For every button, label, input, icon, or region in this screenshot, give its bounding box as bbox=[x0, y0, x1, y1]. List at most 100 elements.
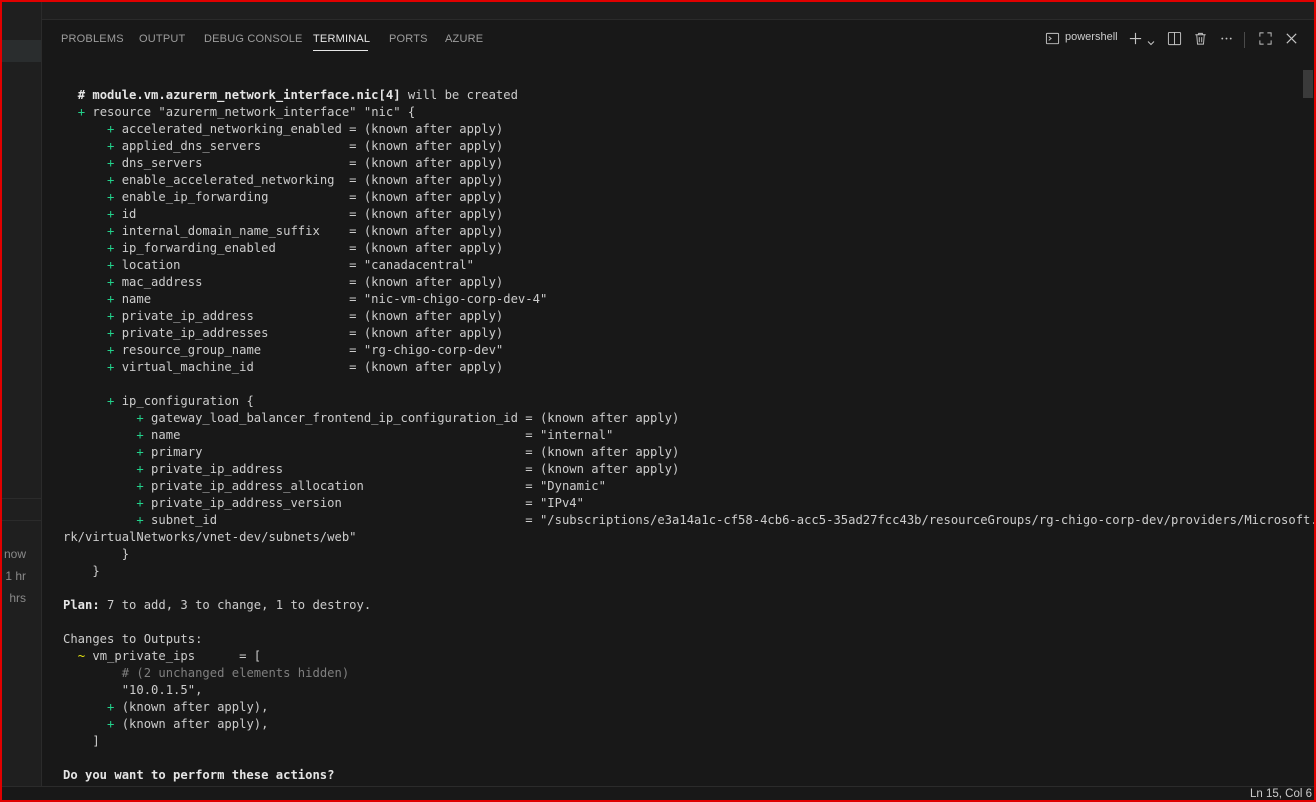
terminal-scrollbar[interactable] bbox=[1302, 70, 1314, 782]
terminal-text: vm_private_ips = [ bbox=[85, 649, 262, 663]
chevron-down-icon[interactable] bbox=[1146, 33, 1156, 52]
terminal-text: id = (known after apply) bbox=[114, 207, 504, 221]
timeline-time: now bbox=[3, 547, 26, 561]
terminal-line: + id = (known after apply) bbox=[63, 206, 1303, 223]
terminal-text: # module.vm.azurerm_network_interface.ni… bbox=[77, 88, 401, 102]
terminal-text: (known after apply), bbox=[114, 717, 269, 731]
terminal-text: virtual_machine_id = (known after apply) bbox=[114, 360, 504, 374]
selected-list-item[interactable] bbox=[2, 40, 41, 62]
terminal-line: # module.vm.azurerm_network_interface.ni… bbox=[63, 87, 1303, 104]
terminal-line: + private_ip_addresses = (known after ap… bbox=[63, 325, 1303, 342]
terminal-line: + accelerated_networking_enabled = (know… bbox=[63, 121, 1303, 138]
terminal-text: resource_group_name = "rg-chigo-corp-dev… bbox=[114, 343, 504, 357]
add-icon[interactable] bbox=[1128, 31, 1143, 50]
maximize-icon[interactable] bbox=[1258, 31, 1273, 50]
terminal-text: } bbox=[63, 564, 100, 578]
terminal-text: + bbox=[136, 496, 144, 510]
trash-icon[interactable] bbox=[1193, 31, 1208, 50]
terminal-text: name = "internal" bbox=[143, 428, 614, 442]
more-icon[interactable] bbox=[1219, 31, 1234, 50]
terminal-text: dns_servers = (known after apply) bbox=[114, 156, 504, 170]
terminal-text: # (2 unchanged elements hidden) bbox=[121, 666, 350, 680]
terminal-line: + mac_address = (known after apply) bbox=[63, 274, 1303, 291]
terminal-line: ~ vm_private_ips = [ bbox=[63, 648, 1303, 665]
terminal-text: primary = (known after apply) bbox=[143, 445, 680, 459]
terminal-line: # (2 unchanged elements hidden) bbox=[63, 665, 1303, 682]
terminal-line: + dns_servers = (known after apply) bbox=[63, 155, 1303, 172]
tab-azure[interactable]: AZURE bbox=[445, 33, 483, 45]
tab-problems[interactable]: PROBLEMS bbox=[61, 33, 124, 45]
panel-header: PROBLEMS OUTPUT DEBUG CONSOLE TERMINAL P… bbox=[42, 20, 1314, 60]
split-icon[interactable] bbox=[1167, 31, 1182, 50]
terminal-text: enable_ip_forwarding = (known after appl… bbox=[114, 190, 504, 204]
terminal-text: ~ bbox=[77, 649, 86, 663]
terminal-line: + private_ip_address = (known after appl… bbox=[63, 308, 1303, 325]
tab-terminal[interactable]: TERMINAL bbox=[313, 33, 370, 45]
terminal-text: + bbox=[136, 428, 144, 442]
terminal-line: + enable_ip_forwarding = (known after ap… bbox=[63, 189, 1303, 206]
tab-debug-console[interactable]: DEBUG CONSOLE bbox=[204, 33, 303, 45]
vscode-window: now 1 hr hrs PROBLEMS OUTPUT DEBUG CONSO… bbox=[0, 0, 1316, 802]
terminal-line: + name = "internal" bbox=[63, 427, 1303, 444]
terminal-line: } bbox=[63, 546, 1303, 563]
side-panel: now 1 hr hrs bbox=[2, 2, 42, 786]
scrollbar-thumb[interactable] bbox=[1303, 70, 1313, 98]
editor-area-edge bbox=[42, 2, 1314, 20]
terminal-text: location = "canadacentral" bbox=[114, 258, 474, 272]
terminal-line: + virtual_machine_id = (known after appl… bbox=[63, 359, 1303, 376]
terminal-icon[interactable] bbox=[1045, 31, 1060, 50]
divider bbox=[2, 520, 41, 521]
terminal-text: + bbox=[136, 462, 144, 476]
terminal-text: private_ip_address_allocation = "Dynamic… bbox=[143, 479, 606, 493]
toolbar-separator bbox=[1244, 32, 1245, 48]
terminal-text: resource "azurerm_network_interface" "ni… bbox=[85, 105, 416, 119]
cursor-position[interactable]: Ln 15, Col 6 bbox=[1250, 788, 1312, 800]
terminal-text: ip_forwarding_enabled = (known after app… bbox=[114, 241, 504, 255]
terminal-text: will be created bbox=[400, 88, 518, 102]
terminal-text: + bbox=[136, 445, 144, 459]
terminal-line: + private_ip_address_allocation = "Dynam… bbox=[63, 478, 1303, 495]
terminal-text: 7 to add, 3 to change, 1 to destroy. bbox=[99, 598, 372, 612]
terminal-line: ] bbox=[63, 733, 1303, 750]
terminal-line: Plan: 7 to add, 3 to change, 1 to destro… bbox=[63, 597, 1303, 614]
terminal-line: + subnet_id = "/subscriptions/e3a14a1c-c… bbox=[63, 512, 1314, 529]
tab-output[interactable]: OUTPUT bbox=[139, 33, 185, 45]
terminal-line: + resource_group_name = "rg-chigo-corp-d… bbox=[63, 342, 1303, 359]
terminal-line: + private_ip_address = (known after appl… bbox=[63, 461, 1303, 478]
terminal-text: + bbox=[136, 513, 144, 527]
shell-selector-label[interactable]: powershell bbox=[1065, 31, 1118, 43]
terminal-text: ip_configuration { bbox=[114, 394, 254, 408]
terminal-line: "10.0.1.5", bbox=[63, 682, 1303, 699]
terminal-output[interactable]: # module.vm.azurerm_network_interface.ni… bbox=[63, 87, 1314, 784]
terminal-line: + resource "azurerm_network_interface" "… bbox=[63, 104, 1303, 121]
timeline-time: 1 hr bbox=[5, 569, 26, 583]
close-icon[interactable] bbox=[1284, 31, 1299, 50]
tab-ports[interactable]: PORTS bbox=[389, 33, 428, 45]
terminal-line: + name = "nic-vm-chigo-corp-dev-4" bbox=[63, 291, 1303, 308]
